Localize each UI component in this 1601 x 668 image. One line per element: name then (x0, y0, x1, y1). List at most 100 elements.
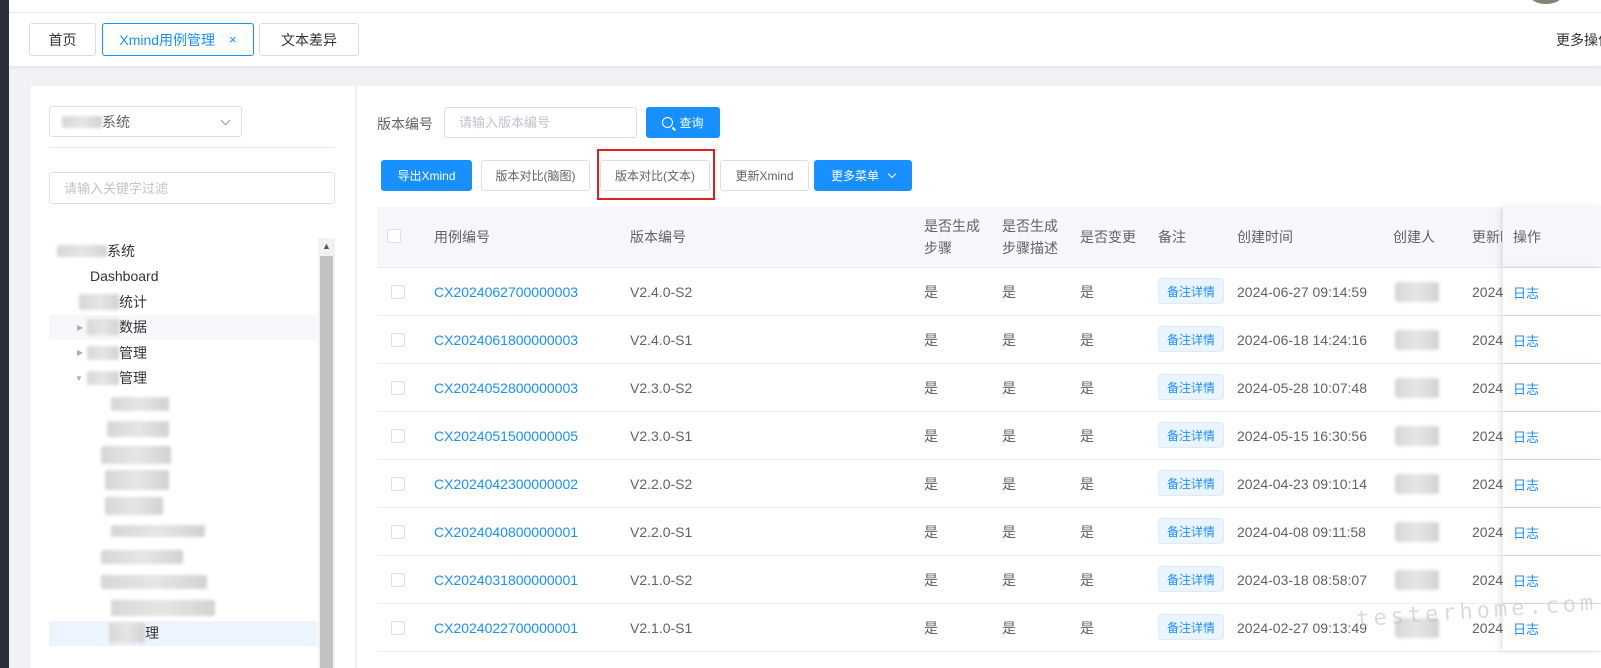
case-no-link[interactable]: CX2024022700000001 (434, 620, 578, 636)
updated-at-cell: 2024 (1472, 331, 1504, 348)
redacted-text (62, 115, 102, 128)
remark-detail-button[interactable]: 备注详情 (1158, 374, 1225, 400)
tree-node[interactable] (49, 468, 317, 494)
compare-mindmap-button[interactable]: 版本对比(脑图) (481, 160, 590, 191)
tree-node[interactable]: Dashboard (49, 264, 317, 290)
gen-steps-cell: 是 (924, 619, 938, 636)
tree-node[interactable] (49, 595, 317, 621)
tree-node[interactable] (49, 519, 317, 545)
tree-node[interactable] (49, 544, 317, 570)
tree-node[interactable]: ▶ 数据 (49, 314, 317, 340)
tree-node[interactable]: 统计 (49, 289, 317, 315)
scroll-up-arrow-icon[interactable]: ▲ (318, 238, 335, 255)
row-checkbox[interactable] (391, 285, 405, 299)
remark-detail-button[interactable]: 备注详情 (1158, 566, 1225, 592)
tree-node[interactable] (49, 417, 317, 443)
log-link[interactable]: 日志 (1513, 379, 1539, 398)
more-ops-dropdown[interactable]: 更多操作 (1556, 30, 1601, 50)
version-no-input[interactable] (444, 107, 637, 138)
creator-redacted (1395, 474, 1439, 494)
row-checkbox[interactable] (391, 477, 405, 491)
select-all-checkbox[interactable] (387, 229, 401, 243)
redacted-text (109, 623, 145, 644)
row-checkbox[interactable] (391, 429, 405, 443)
gen-desc-cell: 是 (1002, 571, 1016, 588)
compare-text-button[interactable]: 版本对比(文本) (600, 160, 710, 191)
fixed-ops-cell: 日志 (1503, 412, 1601, 459)
gen-desc-cell: 是 (1002, 427, 1016, 444)
row-checkbox[interactable] (391, 333, 405, 347)
gen-steps-cell: 是 (924, 379, 938, 396)
sidebar-panel: 系统 系统 Dashboard 统计 ▶ 数据 ▶ 管理 ▼ 管理 (31, 86, 355, 668)
row-checkbox[interactable] (391, 525, 405, 539)
th-gen-steps-line2: 步骤 (924, 240, 952, 256)
caret-right-icon[interactable]: ▶ (77, 323, 83, 332)
tree-node-label: 管理 (119, 344, 147, 361)
log-link[interactable]: 日志 (1513, 619, 1539, 638)
export-xmind-button[interactable]: 导出Xmind (381, 160, 472, 191)
th-gen-desc-line2: 步骤描述 (1002, 240, 1058, 256)
tree-node[interactable]: 系统 (49, 238, 317, 264)
tag-label: Xmind用例管理 (119, 31, 216, 48)
search-icon (662, 117, 674, 128)
tree-node[interactable]: ▶ 管理 (49, 340, 317, 366)
query-button-label: 查询 (679, 116, 704, 130)
tree-node[interactable] (49, 442, 317, 468)
changed-cell: 是 (1080, 379, 1094, 396)
fixed-ops-cell: 日志 (1503, 508, 1601, 555)
fixed-ops-cell: 日志 (1503, 316, 1601, 363)
tree-node[interactable] (49, 570, 317, 596)
caret-right-icon[interactable]: ▶ (77, 348, 83, 357)
gen-steps-cell: 是 (924, 523, 938, 540)
more-menu-button[interactable]: 更多菜单 (814, 160, 912, 191)
row-checkbox[interactable] (391, 621, 405, 635)
th-changed: 是否变更 (1080, 229, 1136, 245)
tree-node-label: 数据 (119, 319, 147, 336)
redacted-text (57, 244, 107, 257)
tag-text-diff[interactable]: 文本差异 (259, 23, 359, 56)
case-no-link[interactable]: CX2024051500000005 (434, 428, 578, 444)
log-link[interactable]: 日志 (1513, 427, 1539, 446)
tree-node[interactable] (49, 391, 317, 417)
close-icon[interactable]: × (229, 32, 237, 47)
system-select[interactable]: 系统 (49, 106, 242, 137)
chevron-down-icon (220, 115, 231, 126)
case-no-link[interactable]: CX2024042300000002 (434, 476, 578, 492)
created-at-cell: 2024-03-18 08:58:07 (1237, 571, 1367, 588)
row-checkbox[interactable] (391, 381, 405, 395)
row-checkbox[interactable] (391, 573, 405, 587)
query-button[interactable]: 查询 (646, 107, 720, 138)
remark-detail-button[interactable]: 备注详情 (1158, 278, 1225, 304)
chevron-down-icon (887, 169, 897, 178)
remark-detail-button[interactable]: 备注详情 (1158, 326, 1225, 352)
case-no-link[interactable]: CX2024061800000003 (434, 332, 578, 348)
table-row: CX2024040800000001 V2.2.0-S1 是 是 是 备注详情 … (377, 508, 1601, 556)
sidebar-scrollbar[interactable]: ▲ (318, 238, 335, 668)
log-link[interactable]: 日志 (1513, 331, 1539, 350)
case-no-link[interactable]: CX2024052800000003 (434, 380, 578, 396)
log-link[interactable]: 日志 (1513, 475, 1539, 494)
fixed-ops-cell: 日志 (1503, 460, 1601, 507)
remark-detail-button[interactable]: 备注详情 (1158, 470, 1225, 496)
tag-label: 首页 (48, 31, 77, 48)
tag-xmind-case-management[interactable]: Xmind用例管理 × (102, 23, 254, 56)
case-no-link[interactable]: CX2024040800000001 (434, 524, 578, 540)
creator-redacted (1395, 330, 1439, 350)
caret-down-icon[interactable]: ▼ (75, 374, 83, 383)
log-link[interactable]: 日志 (1513, 571, 1539, 590)
update-xmind-button[interactable]: 更新Xmind (720, 160, 809, 191)
remark-detail-button[interactable]: 备注详情 (1158, 614, 1225, 640)
tag-home[interactable]: 首页 (29, 23, 96, 56)
tree-node[interactable] (49, 493, 317, 519)
case-no-link[interactable]: CX2024062700000003 (434, 284, 578, 300)
case-no-link[interactable]: CX2024031800000001 (434, 572, 578, 588)
log-link[interactable]: 日志 (1513, 523, 1539, 542)
scrollbar-thumb[interactable] (320, 256, 333, 668)
remark-detail-button[interactable]: 备注详情 (1158, 422, 1225, 448)
remark-detail-button[interactable]: 备注详情 (1158, 518, 1225, 544)
tree-node[interactable]: ▼ 管理 (49, 366, 317, 392)
avatar[interactable] (1529, 0, 1563, 4)
log-link[interactable]: 日志 (1513, 283, 1539, 302)
filter-input[interactable] (49, 172, 335, 204)
tree-node-selected[interactable]: 理 (49, 620, 317, 646)
